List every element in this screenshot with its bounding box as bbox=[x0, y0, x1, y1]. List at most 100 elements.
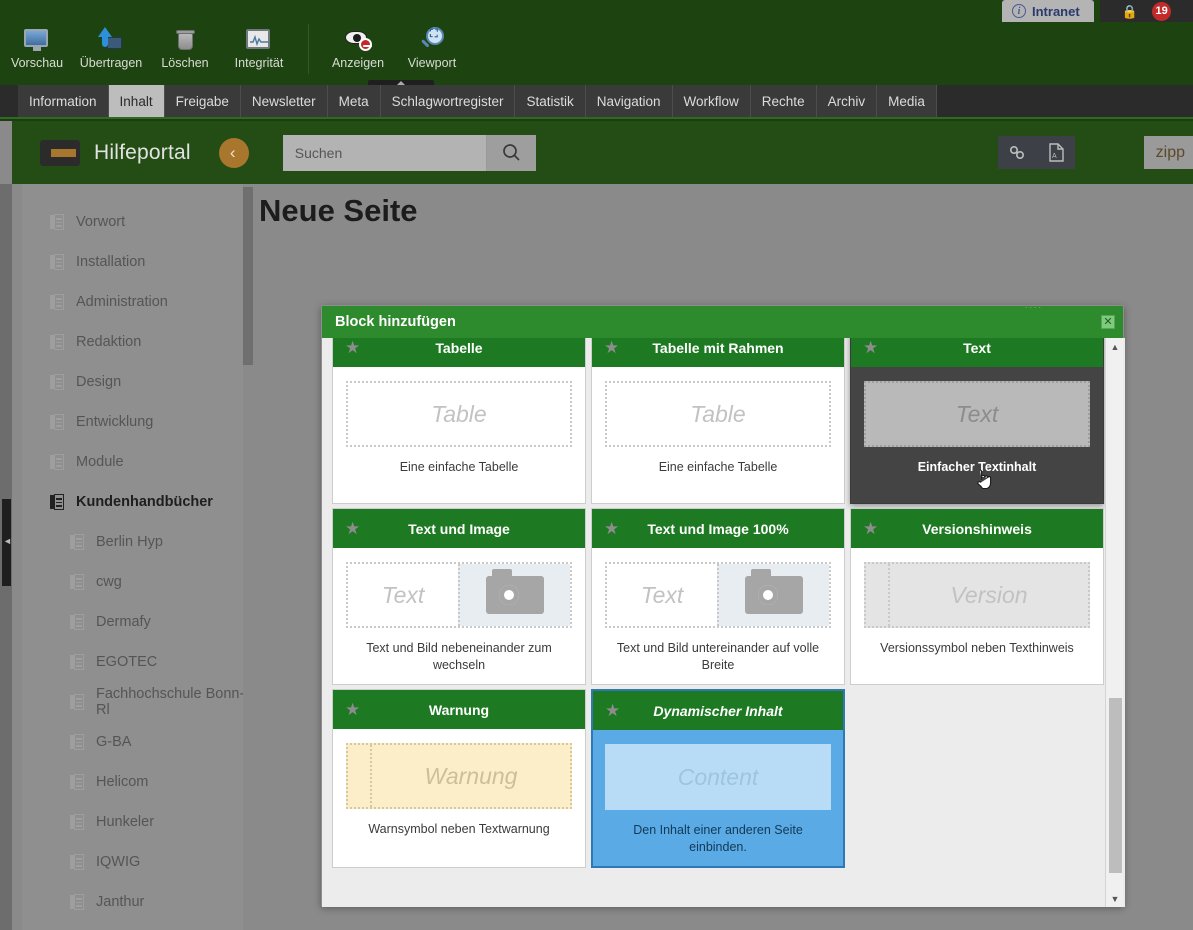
sidebar-item-janthur[interactable]: Janthur bbox=[22, 882, 253, 922]
toolbar-label: Löschen bbox=[161, 56, 209, 70]
block-card-tabelle-mit-rahmen[interactable]: ★ Tabelle mit Rahmen Table Eine einfache… bbox=[591, 338, 845, 504]
sidebar-scrollbar-thumb[interactable] bbox=[243, 187, 253, 365]
card-preview: Content bbox=[605, 744, 831, 810]
block-card-tabelle[interactable]: ★ Tabelle Table Eine einfache Tabelle bbox=[332, 338, 586, 504]
sidebar-item-vorwort[interactable]: Vorwort bbox=[22, 202, 253, 242]
tab-freigabe[interactable]: Freigabe bbox=[164, 85, 241, 117]
sidebar-item-design[interactable]: Design bbox=[22, 362, 253, 402]
tab-rechte[interactable]: Rechte bbox=[750, 85, 817, 117]
sidebar-item-label: Hunkeler bbox=[96, 814, 155, 830]
card-header: ★ Text bbox=[851, 338, 1103, 367]
favorite-star-icon[interactable]: ★ bbox=[345, 701, 360, 718]
toolbar-button-loeschen[interactable]: Löschen bbox=[148, 22, 222, 70]
sidebar-item-helicom[interactable]: Helicom bbox=[22, 762, 253, 802]
sidebar-item-redaktion[interactable]: Redaktion bbox=[22, 322, 253, 362]
sidebar-item-iqwig[interactable]: IQWIG bbox=[22, 842, 253, 882]
sidebar-item-dermafy[interactable]: Dermafy bbox=[22, 602, 253, 642]
sidebar-item-entwicklung[interactable]: Entwicklung bbox=[22, 402, 253, 442]
toolbar-button-uebertragen[interactable]: Übertragen bbox=[74, 22, 148, 70]
toolbar-button-integritaet[interactable]: Integrität bbox=[222, 22, 296, 70]
sidebar-item-module[interactable]: Module bbox=[22, 442, 253, 482]
lock-icon[interactable]: 🔒 bbox=[1122, 5, 1138, 18]
favorite-star-icon[interactable]: ★ bbox=[604, 520, 619, 537]
sidebar-item-administration[interactable]: Administration bbox=[22, 282, 253, 322]
block-card-versionshinweis[interactable]: ★ Versionshinweis Version Versionssymbol… bbox=[850, 508, 1104, 685]
tab-schlagwortregister[interactable]: Schlagwortregister bbox=[380, 85, 516, 117]
upload-icon bbox=[98, 27, 124, 53]
favorite-star-icon[interactable]: ★ bbox=[605, 702, 620, 719]
tab-label: Statistik bbox=[526, 93, 574, 109]
card-preview-text: Text bbox=[640, 581, 684, 608]
tab-meta[interactable]: Meta bbox=[327, 85, 381, 117]
card-description: Versionssymbol neben Texthinweis bbox=[880, 641, 1074, 655]
block-card-text[interactable]: ★ Text Text Einfacher Textinhalt bbox=[850, 338, 1104, 504]
tab-workflow[interactable]: Workflow bbox=[672, 85, 751, 117]
sidebar-item-kundenhandbuecher[interactable]: Kundenhandbücher bbox=[22, 482, 253, 522]
favorite-star-icon[interactable]: ★ bbox=[345, 520, 360, 537]
document-icon bbox=[70, 534, 84, 550]
scroll-up-arrow-icon[interactable]: ▲ bbox=[1106, 338, 1124, 355]
pdf-icon[interactable]: A bbox=[1048, 143, 1065, 162]
add-block-dialog: .... Block hinzufügen ✕ ★ Tabelle Table bbox=[321, 300, 1125, 907]
dialog-scrollbar[interactable]: ▲ ▼ bbox=[1105, 338, 1123, 907]
chevron-left-icon: ‹ bbox=[229, 143, 236, 162]
browser-tab-intranet[interactable]: i Intranet bbox=[1002, 0, 1094, 22]
sidebar-item-hunkeler[interactable]: Hunkeler bbox=[22, 802, 253, 842]
sidebar-item-label: Janthur bbox=[96, 894, 145, 910]
dialog-drag-handle[interactable]: .... bbox=[1022, 300, 1046, 310]
dialog-scrollbar-thumb[interactable] bbox=[1109, 698, 1122, 873]
tab-media[interactable]: Media bbox=[877, 85, 937, 117]
sidebar-item-cwg[interactable]: cwg bbox=[22, 562, 253, 602]
toolbar-button-viewport[interactable]: ⛶ Viewport bbox=[395, 22, 469, 70]
block-card-text-und-image[interactable]: ★ Text und Image Text Text und Bild nebe… bbox=[332, 508, 586, 685]
back-button[interactable]: ‹ bbox=[218, 137, 249, 168]
link-icon[interactable] bbox=[1008, 144, 1027, 161]
tab-information[interactable]: Information bbox=[18, 85, 109, 117]
toolbar-button-vorschau[interactable]: Vorschau bbox=[0, 22, 74, 70]
document-icon bbox=[50, 334, 64, 350]
favorite-star-icon[interactable]: ★ bbox=[863, 339, 878, 356]
sidebar-item-installation[interactable]: Installation bbox=[22, 242, 253, 282]
sidebar-item-g-ba[interactable]: G-BA bbox=[22, 722, 253, 762]
sidebar-item-label: Berlin Hyp bbox=[96, 534, 163, 550]
sidebar-item-egotec[interactable]: EGOTEC bbox=[22, 642, 253, 682]
card-header: ★ Text und Image 100% bbox=[592, 509, 844, 548]
tab-inhalt[interactable]: Inhalt bbox=[108, 85, 165, 117]
card-header: ★ Dynamischer Inhalt bbox=[593, 691, 843, 730]
toolbar-button-anzeigen[interactable]: Anzeigen bbox=[321, 22, 395, 70]
favorite-star-icon[interactable]: ★ bbox=[345, 339, 360, 356]
block-card-dynamischer-inhalt[interactable]: ★ Dynamischer Inhalt Content Den Inhalt … bbox=[591, 689, 845, 868]
header-actions: A bbox=[998, 136, 1075, 169]
zipp-label[interactable]: zipp bbox=[1143, 136, 1193, 169]
tab-label: Rechte bbox=[761, 93, 805, 109]
search-input[interactable] bbox=[282, 134, 486, 171]
card-description: Text und Bild untereinander auf volle Br… bbox=[616, 641, 820, 672]
tab-newsletter[interactable]: Newsletter bbox=[240, 85, 328, 117]
toolbar-group-right: Anzeigen ⛶ Viewport bbox=[321, 22, 469, 70]
tab-statistik[interactable]: Statistik bbox=[515, 85, 586, 117]
close-icon[interactable]: ✕ bbox=[1101, 315, 1115, 329]
tab-navigation[interactable]: Navigation bbox=[585, 85, 673, 117]
notification-badge[interactable]: 19 bbox=[1152, 1, 1172, 21]
eye-deny-icon bbox=[345, 27, 372, 53]
zipp-text: zipp bbox=[1155, 143, 1185, 161]
card-preview-image bbox=[717, 564, 829, 626]
sidebar-item-berlin-hyp[interactable]: Berlin Hyp bbox=[22, 522, 253, 562]
sidebar-item-fachhochschule-bonn-rl[interactable]: Fachhochschule Bonn-Rl bbox=[22, 682, 253, 722]
dialog-body: ★ Tabelle Table Eine einfache Tabelle ★ … bbox=[322, 338, 1125, 907]
block-card-text-und-image-100[interactable]: ★ Text und Image 100% Text Text und Bild… bbox=[591, 508, 845, 685]
scroll-down-arrow-icon[interactable]: ▼ bbox=[1106, 890, 1124, 907]
tab-archiv[interactable]: Archiv bbox=[816, 85, 878, 117]
search-button[interactable] bbox=[485, 134, 536, 171]
favorite-star-icon[interactable]: ★ bbox=[604, 339, 619, 356]
document-icon bbox=[70, 774, 84, 790]
block-card-grid: ★ Tabelle Table Eine einfache Tabelle ★ … bbox=[332, 338, 1104, 868]
card-title: Text und Image bbox=[408, 520, 510, 537]
section-tabs: Information Inhalt Freigabe Newsletter M… bbox=[0, 85, 1193, 119]
document-icon bbox=[50, 254, 64, 270]
card-description: Eine einfache Tabelle bbox=[658, 460, 778, 474]
document-icon bbox=[50, 494, 64, 510]
block-card-warnung[interactable]: ★ Warnung Warnung Warnsymbol neben Textw… bbox=[332, 689, 586, 868]
document-icon bbox=[70, 734, 84, 750]
favorite-star-icon[interactable]: ★ bbox=[863, 520, 878, 537]
